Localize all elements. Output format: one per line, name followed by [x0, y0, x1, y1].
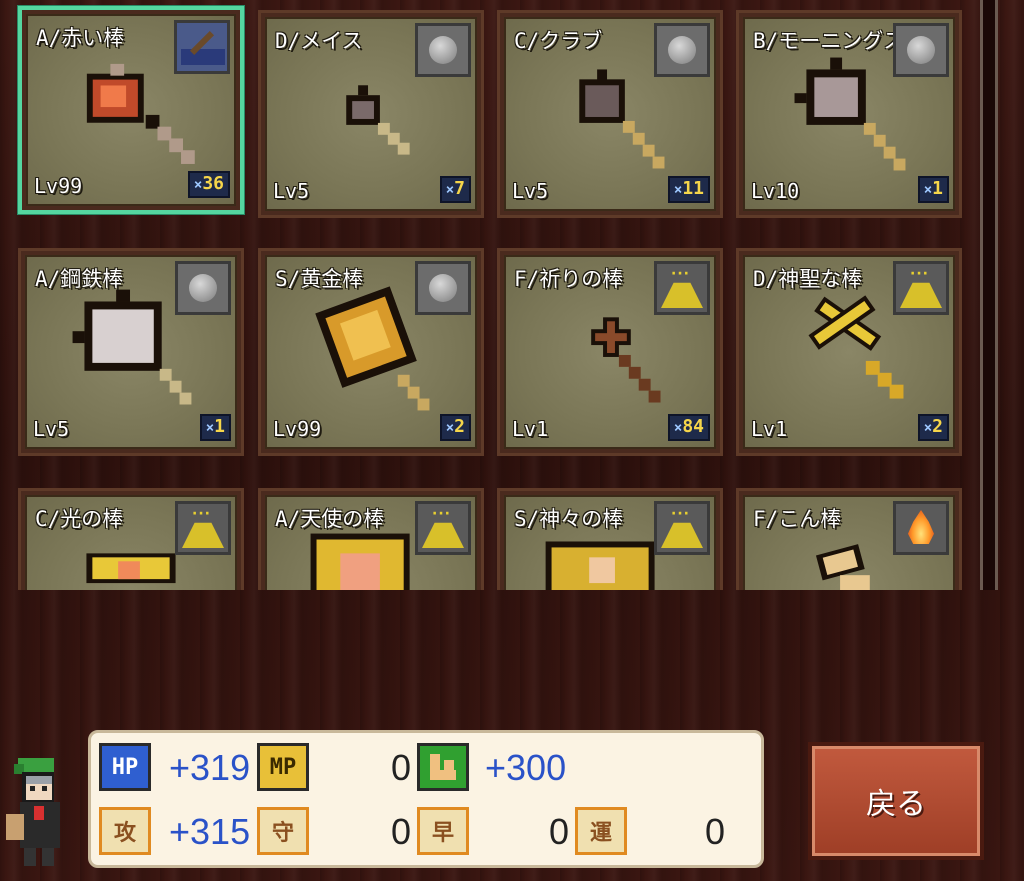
luck-icon: 運 — [575, 807, 627, 855]
weapon-card[interactable]: C/クラブ Lv5 ×11 — [497, 10, 723, 218]
strength-icon — [417, 743, 469, 791]
weapon-count: ×2 — [917, 414, 949, 441]
sand-icon: ··· — [415, 501, 471, 555]
attack-icon: 攻 — [99, 807, 151, 855]
stone-icon — [415, 261, 471, 315]
weapon-count: ×11 — [667, 176, 710, 203]
speed-icon: 早 — [417, 807, 469, 855]
sand-icon: ··· — [654, 261, 710, 315]
weapon-card[interactable]: B/モーニングスター Lv10 ×1 — [736, 10, 962, 218]
weapon-name: A/赤い棒 — [36, 26, 125, 50]
weapon-count: ×1 — [199, 414, 231, 441]
weapon-card[interactable]: A/鋼鉄棒 Lv5 ×1 — [18, 248, 244, 456]
mp-value: 0 — [391, 747, 412, 788]
weapon-card[interactable]: C/光の棒 ··· — [18, 488, 244, 590]
luck-value: 0 — [705, 811, 726, 852]
weapon-name: F/こん棒 — [753, 507, 842, 531]
weapon-name: C/クラブ — [514, 29, 603, 53]
weapon-count: ×7 — [439, 176, 471, 203]
weapon-grid[interactable]: A/赤い棒 Lv99 ×36 D/メイス Lv5 ×7 C/クラブ Lv5 ×1… — [0, 0, 970, 590]
defense-value: 0 — [391, 811, 412, 852]
water-icon — [174, 20, 230, 74]
weapon-count: ×2 — [439, 414, 471, 441]
weapon-count: ×1 — [917, 176, 949, 203]
weapon-name: F/祈りの棒 — [514, 267, 624, 291]
weapon-card[interactable]: S/神々の棒 ··· — [497, 488, 723, 590]
back-button[interactable]: 戻る — [808, 742, 984, 860]
weapon-name: D/神聖な棒 — [753, 267, 863, 291]
hp-value: +319 — [169, 747, 251, 788]
weapon-level: Lv99 — [34, 174, 83, 198]
hp-icon: HP — [99, 743, 151, 791]
weapon-card[interactable]: A/赤い棒 Lv99 ×36 — [18, 6, 244, 214]
weapon-count: ×36 — [187, 171, 230, 198]
scrollbar[interactable] — [980, 0, 998, 590]
weapon-card[interactable]: D/神聖な棒 ··· Lv1 ×2 — [736, 248, 962, 456]
stone-icon — [654, 23, 710, 77]
defense-icon: 守 — [257, 807, 309, 855]
weapon-level: Lv1 — [751, 417, 788, 441]
fire-icon — [893, 501, 949, 555]
strength-value: +300 — [485, 747, 567, 788]
stone-icon — [175, 261, 231, 315]
weapon-card[interactable]: F/こん棒 — [736, 488, 962, 590]
weapon-level: Lv5 — [273, 179, 310, 203]
mp-icon: MP — [257, 743, 309, 791]
weapon-name: A/鋼鉄棒 — [35, 267, 124, 291]
weapon-card[interactable]: A/天使の棒 ··· — [258, 488, 484, 590]
weapon-card[interactable]: D/メイス Lv5 ×7 — [258, 10, 484, 218]
sand-icon: ··· — [893, 261, 949, 315]
weapon-name: S/黄金棒 — [275, 267, 364, 291]
sand-icon: ··· — [175, 501, 231, 555]
weapon-level: Lv1 — [512, 417, 549, 441]
stone-icon — [415, 23, 471, 77]
weapon-name: S/神々の棒 — [514, 507, 624, 531]
weapon-name: C/光の棒 — [35, 507, 124, 531]
weapon-name: D/メイス — [275, 29, 363, 53]
weapon-level: Lv10 — [751, 179, 800, 203]
weapon-count: ×84 — [667, 414, 710, 441]
stat-bonus-panel: HP +319 MP 0 +300 攻 +315 守 0 早 0 運 0 — [88, 730, 764, 868]
weapon-level: Lv5 — [33, 417, 70, 441]
hero-avatar — [6, 758, 60, 866]
weapon-card[interactable]: S/黄金棒 Lv99 ×2 — [258, 248, 484, 456]
weapon-level: Lv5 — [512, 179, 549, 203]
weapon-level: Lv99 — [273, 417, 322, 441]
weapon-card[interactable]: F/祈りの棒 ··· Lv1 ×84 — [497, 248, 723, 456]
speed-value: 0 — [549, 811, 570, 852]
sand-icon: ··· — [654, 501, 710, 555]
stone-icon — [893, 23, 949, 77]
weapon-name: A/天使の棒 — [275, 507, 385, 531]
attack-value: +315 — [169, 811, 251, 852]
